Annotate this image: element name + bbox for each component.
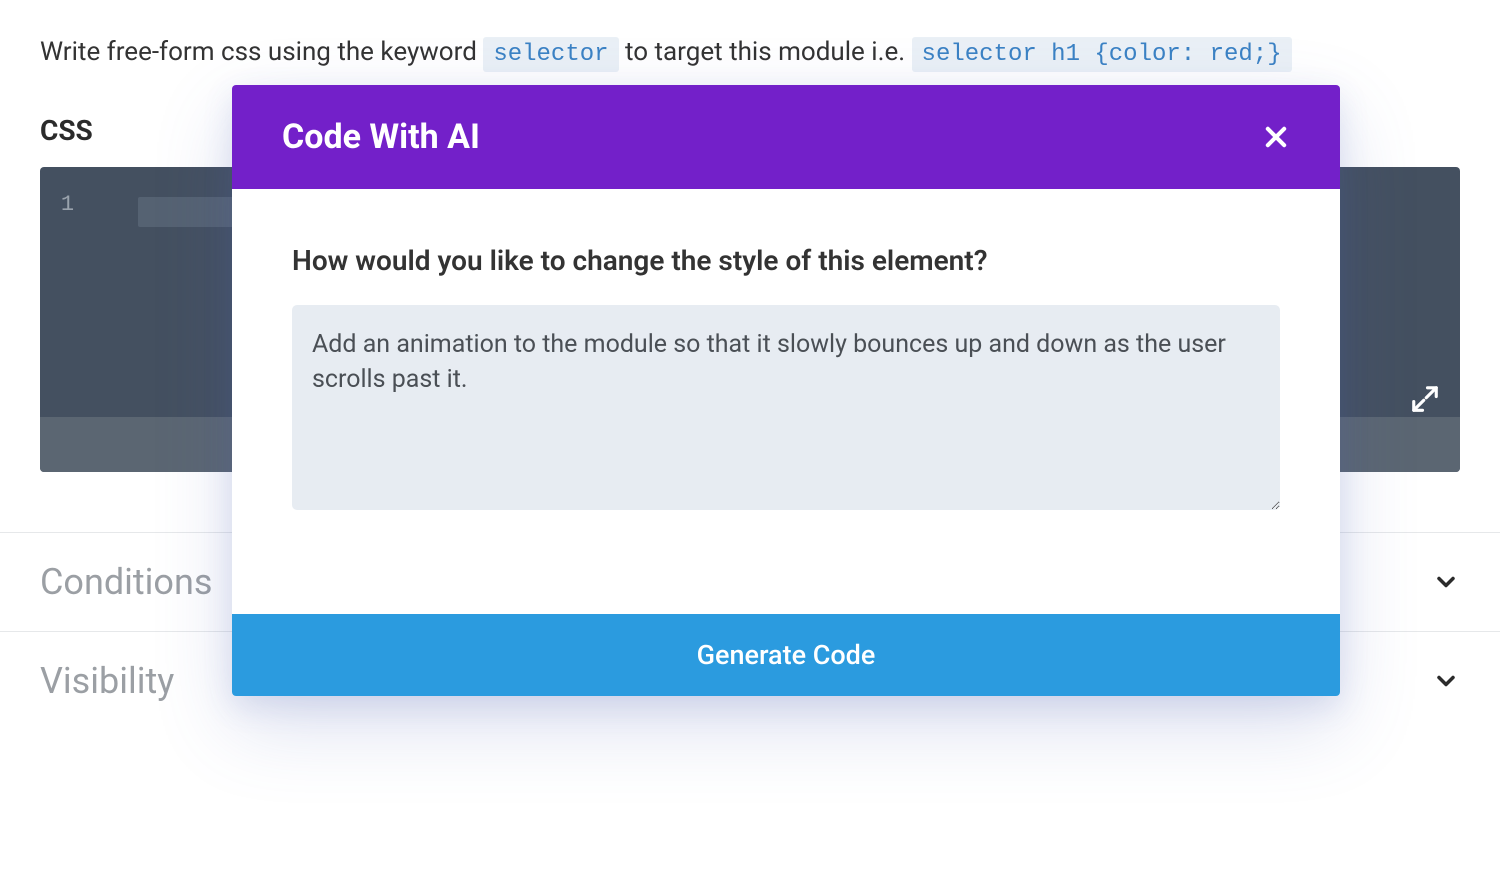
help-text-middle: to target this module i.e. — [625, 37, 912, 67]
modal-body: How would you like to change the style o… — [232, 189, 1340, 614]
selector-keyword-code: selector — [483, 37, 618, 72]
help-text-prefix: Write free-form css using the keyword — [40, 37, 483, 67]
expand-icon[interactable] — [1410, 384, 1440, 414]
line-number-1: 1 — [61, 192, 74, 217]
selector-example-code: selector h1 {color: red;} — [912, 37, 1292, 72]
modal-header: Code With AI — [232, 85, 1340, 189]
chevron-down-icon — [1432, 667, 1460, 695]
ai-prompt-textarea[interactable] — [292, 305, 1280, 510]
modal-title: Code With AI — [282, 117, 480, 157]
generate-code-button[interactable]: Generate Code — [232, 614, 1340, 696]
accordion-visibility-title: Visibility — [40, 660, 174, 702]
close-icon[interactable] — [1262, 123, 1290, 151]
accordion-conditions-title: Conditions — [40, 561, 212, 603]
modal-question: How would you like to change the style o… — [292, 244, 1280, 277]
code-with-ai-modal: Code With AI How would you like to chang… — [232, 85, 1340, 696]
help-text: Write free-form css using the keyword se… — [40, 30, 1460, 76]
chevron-down-icon — [1432, 568, 1460, 596]
